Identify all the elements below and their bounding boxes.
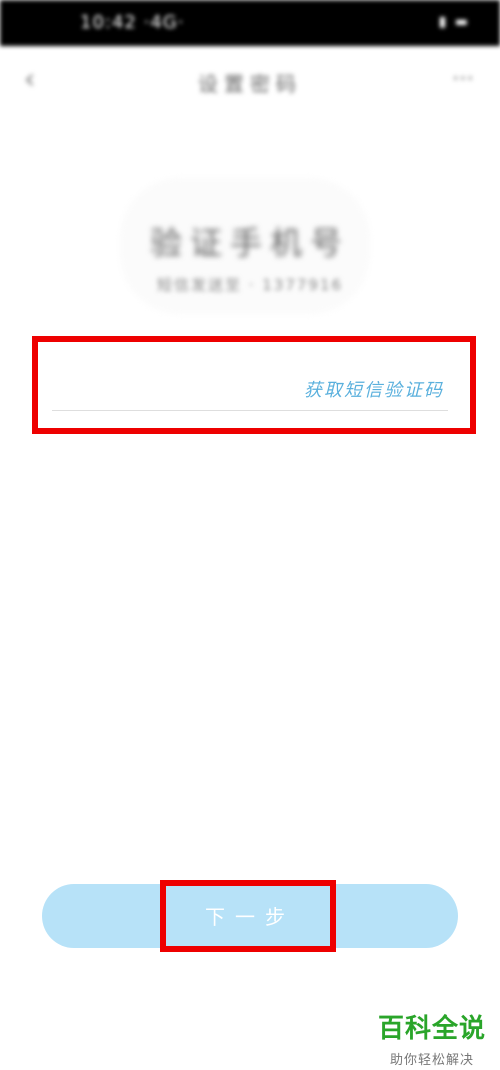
verify-phone-title: 验证手机号 [149,224,350,262]
get-sms-code-button[interactable]: 获取短信验证码 [304,376,444,402]
status-icons: ▮ ▬ [438,14,470,30]
sms-sent-subtitle: 短信发送至 · 1377916 [156,276,344,294]
status-bar: 10:42 ·4G· ▮ ▬ [0,0,500,46]
watermark-logo: 百科全说 助你轻松解决 [376,1008,488,1068]
code-input-area: 获取短信验证码 [52,360,448,412]
nav-bar: ‹ 设置密码 ⋯ [0,46,500,116]
more-icon[interactable]: ⋯ [452,66,474,91]
page-title: 设置密码 [198,72,302,96]
watermark-title: 百科全说 [377,1014,486,1044]
sms-code-input[interactable] [52,368,296,406]
next-step-button[interactable]: 下一步 [42,884,458,948]
watermark-subtitle: 助你轻松解决 [389,1053,474,1068]
status-time: 10:42 ·4G· [80,12,185,33]
input-underline [52,410,448,411]
